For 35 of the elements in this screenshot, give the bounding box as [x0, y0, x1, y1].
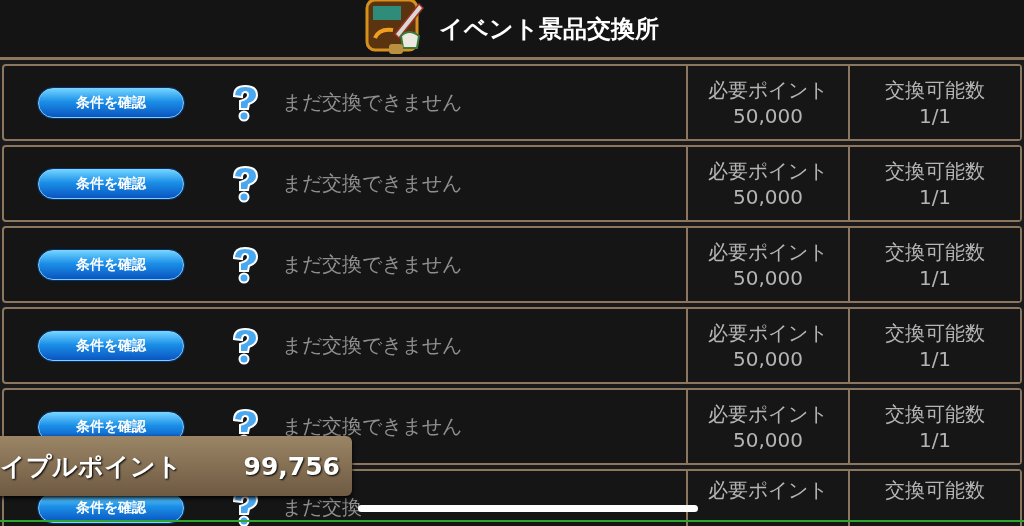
balance-label: イプルポイント	[0, 450, 182, 483]
points-value: 50,000	[733, 104, 803, 127]
points-label: 必要ポイント	[708, 159, 828, 182]
count-label: 交換可能数	[885, 78, 985, 101]
count-value: 1/1	[918, 185, 952, 208]
count-label: 交換可能数	[885, 240, 985, 263]
balance-value: 99,756	[243, 451, 340, 481]
status-text: まだ交換	[282, 494, 362, 521]
count-value: 1/1	[918, 104, 952, 127]
status-text: まだ交換できません	[282, 89, 462, 116]
count-value: 1/1	[918, 266, 952, 289]
count-value: 1/1	[918, 347, 952, 370]
points-label: 必要ポイント	[708, 240, 828, 263]
points-label: 必要ポイント	[708, 402, 828, 425]
points-label: 必要ポイント	[708, 479, 828, 501]
points-value: 50,000	[733, 428, 803, 451]
points-label: 必要ポイント	[708, 78, 828, 101]
count-label: 交換可能数	[885, 402, 985, 425]
points-value: 50,000	[733, 347, 803, 370]
points-value: 50,000	[733, 266, 803, 289]
status-text: まだ交換できません	[282, 413, 462, 440]
check-conditions-button[interactable]: 条件を確認	[38, 168, 184, 199]
points-label: 必要ポイント	[708, 321, 828, 344]
count-label: 交換可能数	[885, 159, 985, 182]
page-title: イベント景品交換所	[439, 13, 659, 45]
count-label: 交換可能数	[885, 321, 985, 344]
check-conditions-button[interactable]: 条件を確認	[38, 330, 184, 361]
points-value: 50,000	[733, 185, 803, 208]
status-text: まだ交換できません	[282, 170, 462, 197]
count-label: 交換可能数	[885, 479, 985, 501]
status-text: まだ交換できません	[282, 251, 462, 278]
status-text: まだ交換できません	[282, 332, 462, 359]
check-conditions-button[interactable]: 条件を確認	[38, 249, 184, 280]
count-value: 1/1	[918, 428, 952, 451]
check-conditions-button[interactable]: 条件を確認	[38, 87, 184, 118]
